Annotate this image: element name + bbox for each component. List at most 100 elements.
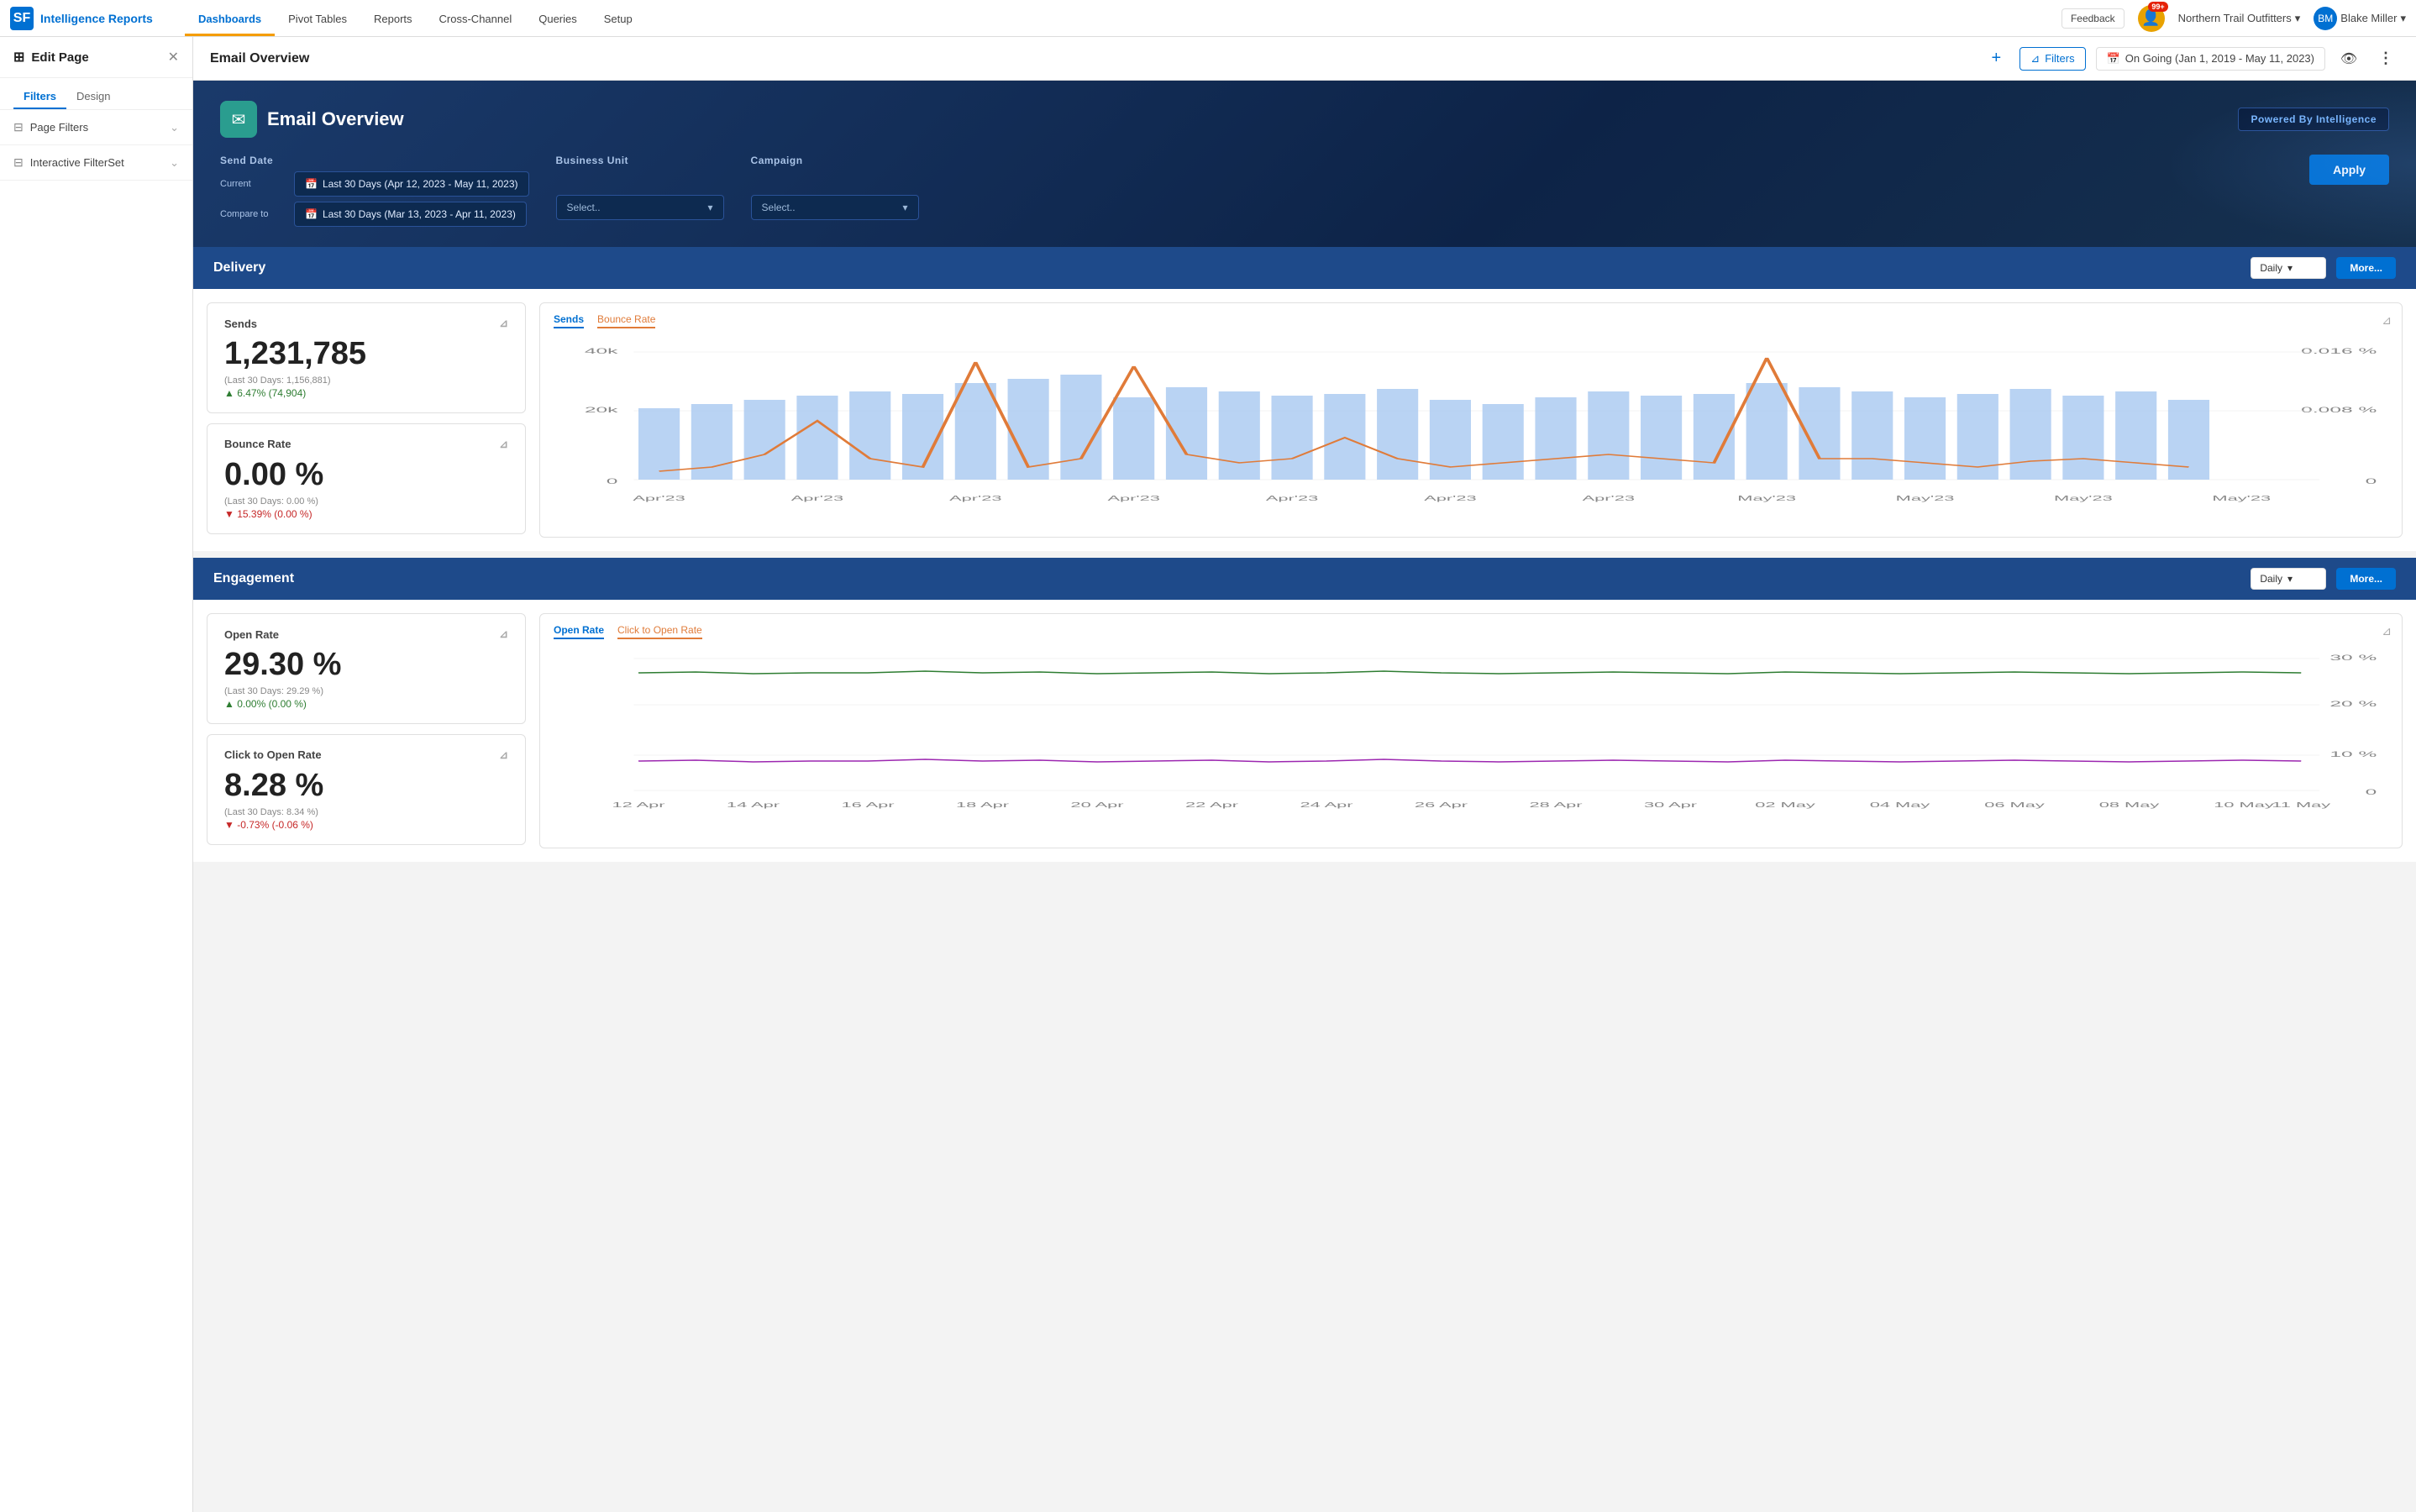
x-eng-label-13: 08 May (2099, 801, 2161, 809)
x-eng-label-9: 30 Apr (1644, 801, 1698, 809)
dashboard-content: ✉ Email Overview Powered By Intelligence… (193, 81, 2416, 862)
engagement-more-button[interactable]: More... (2336, 568, 2396, 590)
open-rate-filter-icon[interactable]: ⊿ (499, 627, 508, 641)
open-rate-line (638, 671, 2301, 674)
preview-button[interactable]: 👁 (2335, 45, 2362, 72)
campaign-select[interactable]: Select.. ▾ (751, 195, 919, 220)
delivery-more-button[interactable]: More... (2336, 257, 2396, 279)
delivery-controls: Daily ▾ More... (2251, 257, 2396, 279)
click-to-open-rate-change: ▼ -0.73% (-0.06 %) (224, 819, 508, 831)
feedback-button[interactable]: Feedback (2061, 8, 2125, 29)
sends-filter-icon[interactable]: ⊿ (499, 317, 508, 330)
sends-value: 1,231,785 (224, 337, 508, 372)
nav-tab-queries[interactable]: Queries (525, 4, 591, 36)
current-date-input[interactable]: 📅 Last 30 Days (Apr 12, 2023 - May 11, 2… (294, 171, 529, 197)
delivery-chart-svg: 40k 20k 0 0.016 % 0.008 % 0 (554, 337, 2388, 522)
x-label-10: May'23 (2212, 495, 2271, 502)
header-actions: + ⊿ Filters 📅 On Going (Jan 1, 2019 - Ma… (1983, 45, 2399, 72)
x-eng-label-10: 02 May (1755, 801, 1816, 809)
user-selector[interactable]: BM Blake Miller ▾ (2314, 7, 2406, 30)
engagement-title: Engagement (213, 571, 294, 586)
email-icon: ✉ (220, 101, 257, 138)
x-eng-label-6: 24 Apr (1300, 801, 1353, 809)
apply-button[interactable]: Apply (2309, 155, 2389, 185)
nav-tab-pivot[interactable]: Pivot Tables (275, 4, 360, 36)
nav-right-area: Feedback 👤 99+ Northern Trail Outfitters… (2061, 5, 2406, 32)
sidebar-grid-icon: ⊞ (13, 49, 24, 66)
sidebar-section-page-filters[interactable]: ⊟ Page Filters ⌄ (0, 110, 192, 145)
open-rate-change: ▲ 0.00% (0.00 %) (224, 698, 508, 710)
sends-change: ▲ 6.47% (74,904) (224, 387, 508, 399)
y-label-0-eng: 0 (2366, 788, 2377, 796)
engagement-period-select[interactable]: Daily ▾ (2251, 568, 2326, 590)
app-logo[interactable]: SF Intelligence Reports (10, 7, 178, 30)
delivery-metrics-left: Sends ⊿ 1,231,785 (Last 30 Days: 1,156,8… (207, 302, 526, 538)
x-eng-label-14: 10 May (2214, 801, 2275, 809)
page-filters-icon: ⊟ (13, 120, 24, 134)
chart-tab-bounce-rate[interactable]: Bounce Rate (597, 313, 655, 328)
click-to-open-rate-line (638, 759, 2301, 762)
sends-compare: (Last 30 Days: 1,156,881) (224, 375, 508, 386)
y-label-0-left: 0 (607, 477, 618, 486)
delivery-section: Delivery Daily ▾ More... Sends (193, 247, 2416, 551)
x-eng-label-11: 04 May (1870, 801, 1931, 809)
chart-tab-open-rate[interactable]: Open Rate (554, 624, 604, 639)
sidebar-close-button[interactable]: ✕ (168, 49, 179, 66)
engagement-chart-filter-icon[interactable]: ⊿ (2382, 624, 2392, 638)
business-unit-chevron-icon: ▾ (708, 202, 713, 213)
campaign-label: Campaign (751, 155, 919, 166)
bounce-rate-metric-card: Bounce Rate ⊿ 0.00 % (Last 30 Days: 0.00… (207, 423, 526, 534)
send-date-filter-group: Send Date Current 📅 Last 30 Days (Apr 12… (220, 155, 529, 227)
nav-tab-dashboards[interactable]: Dashboards (185, 4, 275, 36)
campaign-filter-group: Campaign Select.. ▾ (751, 155, 919, 220)
chart-tab-click-to-open[interactable]: Click to Open Rate (617, 624, 702, 639)
date-range-text: On Going (Jan 1, 2019 - May 11, 2023) (2125, 52, 2314, 65)
nav-tab-crosschannel[interactable]: Cross-Channel (426, 4, 526, 36)
x-eng-label-7: 26 Apr (1415, 801, 1468, 809)
calendar-icon: 📅 (2107, 52, 2120, 66)
more-options-button[interactable]: ⋮ (2372, 45, 2399, 72)
date-range-button[interactable]: 📅 On Going (Jan 1, 2019 - May 11, 2023) (2096, 47, 2325, 71)
sidebar-header: ⊞ Edit Page ✕ (0, 37, 192, 78)
nav-tab-setup[interactable]: Setup (591, 4, 646, 36)
sidebar-tab-design[interactable]: Design (66, 85, 120, 109)
filters-button[interactable]: ⊿ Filters (2019, 47, 2085, 71)
top-navigation: SF Intelligence Reports Dashboards Pivot… (0, 0, 2416, 37)
delivery-period-chevron: ▾ (2287, 262, 2293, 274)
sends-metric-card: Sends ⊿ 1,231,785 (Last 30 Days: 1,156,8… (207, 302, 526, 413)
engagement-controls: Daily ▾ More... (2251, 568, 2396, 590)
more-icon: ⋮ (2378, 50, 2393, 67)
x-label-6: Apr'23 (1583, 495, 1635, 502)
delivery-period-select[interactable]: Daily ▾ (2251, 257, 2326, 279)
add-widget-button[interactable]: + (1983, 45, 2009, 72)
sidebar-section-interactive-filterset[interactable]: ⊟ Interactive FilterSet ⌄ (0, 145, 192, 181)
notification-badge[interactable]: 👤 99+ (2138, 5, 2165, 32)
org-selector[interactable]: Northern Trail Outfitters ▾ (2178, 12, 2301, 25)
business-unit-select[interactable]: Select.. ▾ (556, 195, 724, 220)
click-to-open-rate-title: Click to Open Rate (224, 748, 322, 761)
chart-filter-icon[interactable]: ⊿ (2382, 313, 2392, 328)
page-filters-label: Page Filters (30, 121, 88, 134)
interactive-filterset-icon: ⊟ (13, 155, 24, 170)
y-label-0-right: 0 (2366, 477, 2377, 486)
y-label-30pct: 30 % (2329, 654, 2377, 662)
open-rate-metric-card: Open Rate ⊿ 29.30 % (Last 30 Days: 29.29… (207, 613, 526, 724)
engagement-chart-svg: 30 % 20 % 10 % 0 (554, 648, 2388, 816)
filter-row: Send Date Current 📅 Last 30 Days (Apr 12… (220, 155, 2389, 227)
sends-card-title: Sends ⊿ (224, 317, 508, 330)
engagement-section-header: Engagement Daily ▾ More... (193, 558, 2416, 600)
engagement-period-value: Daily (2260, 573, 2282, 585)
email-overview-title: Email Overview (267, 108, 404, 130)
click-to-open-rate-filter-icon[interactable]: ⊿ (499, 748, 508, 762)
x-eng-label-12: 06 May (1984, 801, 2046, 809)
sidebar-tab-filters[interactable]: Filters (13, 85, 66, 109)
bounce-rate-value: 0.00 % (224, 458, 508, 493)
chart-tab-sends[interactable]: Sends (554, 313, 584, 328)
open-rate-title: Open Rate (224, 628, 279, 641)
bounce-rate-filter-icon[interactable]: ⊿ (499, 438, 508, 451)
email-overview-header: ✉ Email Overview Powered By Intelligence… (193, 81, 2416, 247)
user-chevron-icon: ▾ (2400, 12, 2406, 25)
nav-tab-reports[interactable]: Reports (360, 4, 426, 36)
y-label-008: 0.008 % (2301, 406, 2377, 414)
compare-date-input[interactable]: 📅 Last 30 Days (Mar 13, 2023 - Apr 11, 2… (294, 202, 527, 227)
